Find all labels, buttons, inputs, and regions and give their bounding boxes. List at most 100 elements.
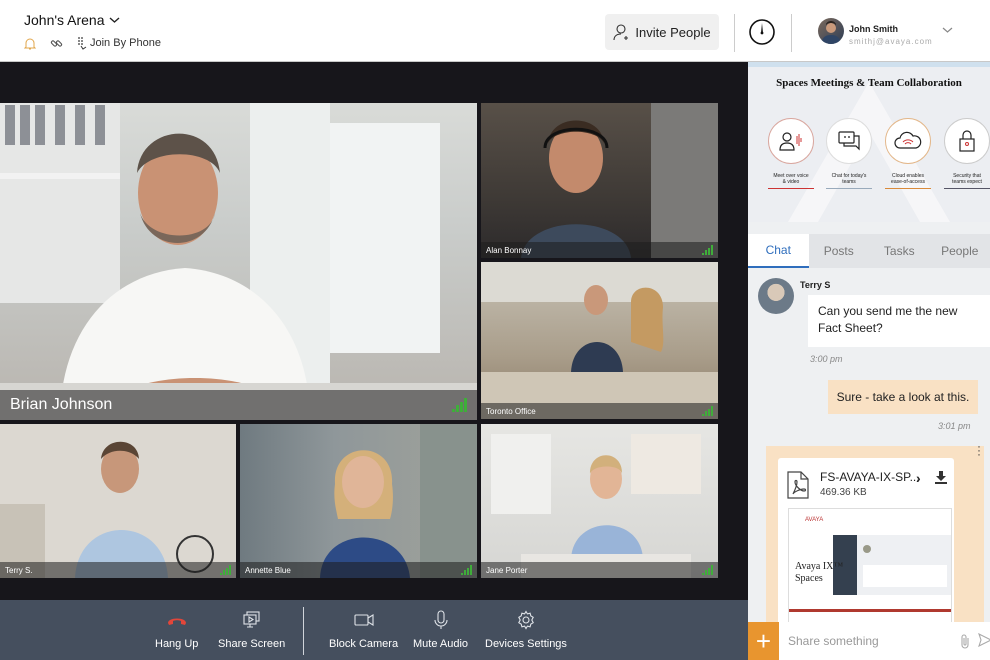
- video-tile[interactable]: Jane Porter: [481, 424, 718, 578]
- tab-people[interactable]: People: [930, 234, 990, 268]
- outgoing-message: Sure - take a look at this.: [828, 380, 978, 414]
- preview-title-line: Avaya IX™: [795, 561, 844, 572]
- devices-settings-label: Devices Settings: [485, 638, 567, 650]
- user-avatar[interactable]: [818, 18, 844, 44]
- invite-people-label: Invite People: [635, 24, 711, 40]
- participant-video: [481, 262, 718, 419]
- video-tile[interactable]: Toronto Office: [481, 262, 718, 419]
- signal-strength-icon: [452, 398, 467, 412]
- participant-video: [0, 103, 477, 420]
- participant-video: [320, 424, 477, 578]
- tile-label-bar: Toronto Office: [481, 403, 718, 419]
- feature-voice-video: Meet over voice & video: [768, 118, 814, 189]
- preview-rule: [789, 609, 951, 612]
- divider: [734, 14, 735, 52]
- signal-strength-icon: [220, 565, 231, 575]
- tab-tasks[interactable]: Tasks: [869, 234, 930, 268]
- attachment-filename: FS-AVAYA-IX-SP...: [820, 470, 920, 484]
- participant-name: Annette Blue: [245, 565, 291, 575]
- side-tabs: Chat Posts Tasks People: [748, 234, 990, 268]
- feature-caption: ease-of-access: [891, 179, 925, 185]
- tile-label-bar: Annette Blue: [240, 562, 477, 578]
- pdf-file-icon: [787, 471, 809, 499]
- paperclip-icon[interactable]: [959, 633, 971, 649]
- add-person-icon: [613, 24, 629, 41]
- hang-up-button[interactable]: Hang Up: [155, 610, 198, 650]
- block-camera-label: Block Camera: [329, 638, 399, 650]
- video-tile-main[interactable]: Brian Johnson: [0, 103, 477, 420]
- dialpad-icon: [78, 37, 87, 50]
- space-title-dropdown[interactable]: John's Arena: [24, 12, 120, 28]
- more-options-icon[interactable]: · · ·: [977, 440, 981, 460]
- mute-audio-label: Mute Audio: [413, 638, 469, 650]
- share-screen-button[interactable]: Share Screen: [218, 610, 285, 650]
- participant-video: [521, 103, 718, 258]
- chevron-down-icon: [109, 17, 119, 23]
- devices-settings-button[interactable]: Devices Settings: [485, 610, 567, 650]
- invite-people-button[interactable]: Invite People: [605, 14, 719, 50]
- microphone-icon: [433, 610, 448, 629]
- chevron-right-icon[interactable]: ›: [916, 470, 921, 486]
- mute-audio-button[interactable]: Mute Audio: [413, 610, 468, 650]
- user-name: John Smith: [849, 24, 898, 34]
- preview-title-line: Spaces: [795, 573, 823, 584]
- preview-brand: AVAYA: [805, 517, 824, 523]
- share-screen-label: Share Screen: [218, 638, 286, 650]
- participant-name: Terry S.: [5, 565, 33, 575]
- participant-name: Jane Porter: [486, 565, 528, 575]
- tab-chat[interactable]: Chat: [748, 234, 809, 268]
- feature-caption: teams: [842, 179, 856, 185]
- participant-video: [0, 424, 236, 578]
- preview-screenshot: [833, 535, 951, 595]
- block-camera-button[interactable]: Block Camera: [329, 610, 398, 650]
- top-bar: John's Arena Join By Phone Invite People…: [0, 0, 990, 62]
- attachment-size: 469.36 KB: [820, 487, 867, 498]
- camera-icon: [353, 614, 374, 626]
- signal-strength-icon: [702, 245, 713, 255]
- message-timestamp: 3:01 pm: [938, 421, 971, 431]
- add-content-button[interactable]: +: [748, 622, 779, 660]
- divider: [303, 607, 304, 655]
- signal-strength-icon: [461, 565, 472, 575]
- tile-label-bar: Alan Bonnay: [481, 242, 718, 258]
- tab-posts[interactable]: Posts: [809, 234, 870, 268]
- bell-icon[interactable]: [24, 37, 36, 50]
- video-grid: Brian Johnson Alan Bonnay Toronto Office…: [0, 62, 748, 600]
- banner-title: Spaces Meetings & Team Collaboration: [776, 77, 962, 89]
- space-title: John's Arena: [24, 12, 105, 28]
- message-sender: Terry S: [800, 280, 831, 290]
- hang-up-icon: [167, 618, 186, 625]
- video-tile[interactable]: Alan Bonnay: [481, 103, 718, 258]
- chevron-down-icon[interactable]: [942, 27, 953, 34]
- message-composer: +: [748, 622, 990, 660]
- join-by-phone-label: Join By Phone: [90, 37, 161, 49]
- voice-video-icon: [779, 132, 802, 151]
- cloud-icon: [894, 131, 922, 149]
- video-tile[interactable]: Terry S.: [0, 424, 236, 578]
- divider: [791, 14, 792, 52]
- link-icon[interactable]: [50, 37, 63, 50]
- chat-feed[interactable]: Terry S Can you send me the new Fact She…: [748, 268, 990, 660]
- hang-up-label: Hang Up: [155, 638, 199, 650]
- tile-label-bar: Brian Johnson: [0, 390, 477, 420]
- tile-label-bar: Terry S.: [0, 562, 236, 578]
- space-banner: Spaces Meetings & Team Collaboration Mee…: [748, 62, 990, 222]
- send-icon[interactable]: [978, 633, 990, 647]
- message-timestamp: 3:00 pm: [810, 354, 843, 364]
- lock-icon: [959, 130, 975, 152]
- join-by-phone-link[interactable]: Join By Phone: [77, 36, 161, 50]
- signal-strength-icon: [702, 406, 713, 416]
- download-icon[interactable]: [934, 470, 948, 484]
- participant-video: [491, 434, 701, 578]
- sender-avatar[interactable]: [758, 278, 794, 314]
- feature-caption: teams expect: [952, 179, 982, 185]
- timer-icon[interactable]: [748, 18, 776, 46]
- call-controls-bar: Hang Up Share Screen Block Camera Mute A…: [0, 600, 748, 660]
- preview-title: Avaya IX™ Spaces: [795, 561, 843, 585]
- feature-chat: Chat for today's teams: [826, 118, 872, 189]
- feature-security: Security that teams expect: [944, 118, 990, 189]
- signal-strength-icon: [702, 565, 713, 575]
- share-something-input[interactable]: [788, 630, 953, 652]
- feature-cloud: Cloud enables ease-of-access: [885, 118, 931, 189]
- video-tile[interactable]: Annette Blue: [240, 424, 477, 578]
